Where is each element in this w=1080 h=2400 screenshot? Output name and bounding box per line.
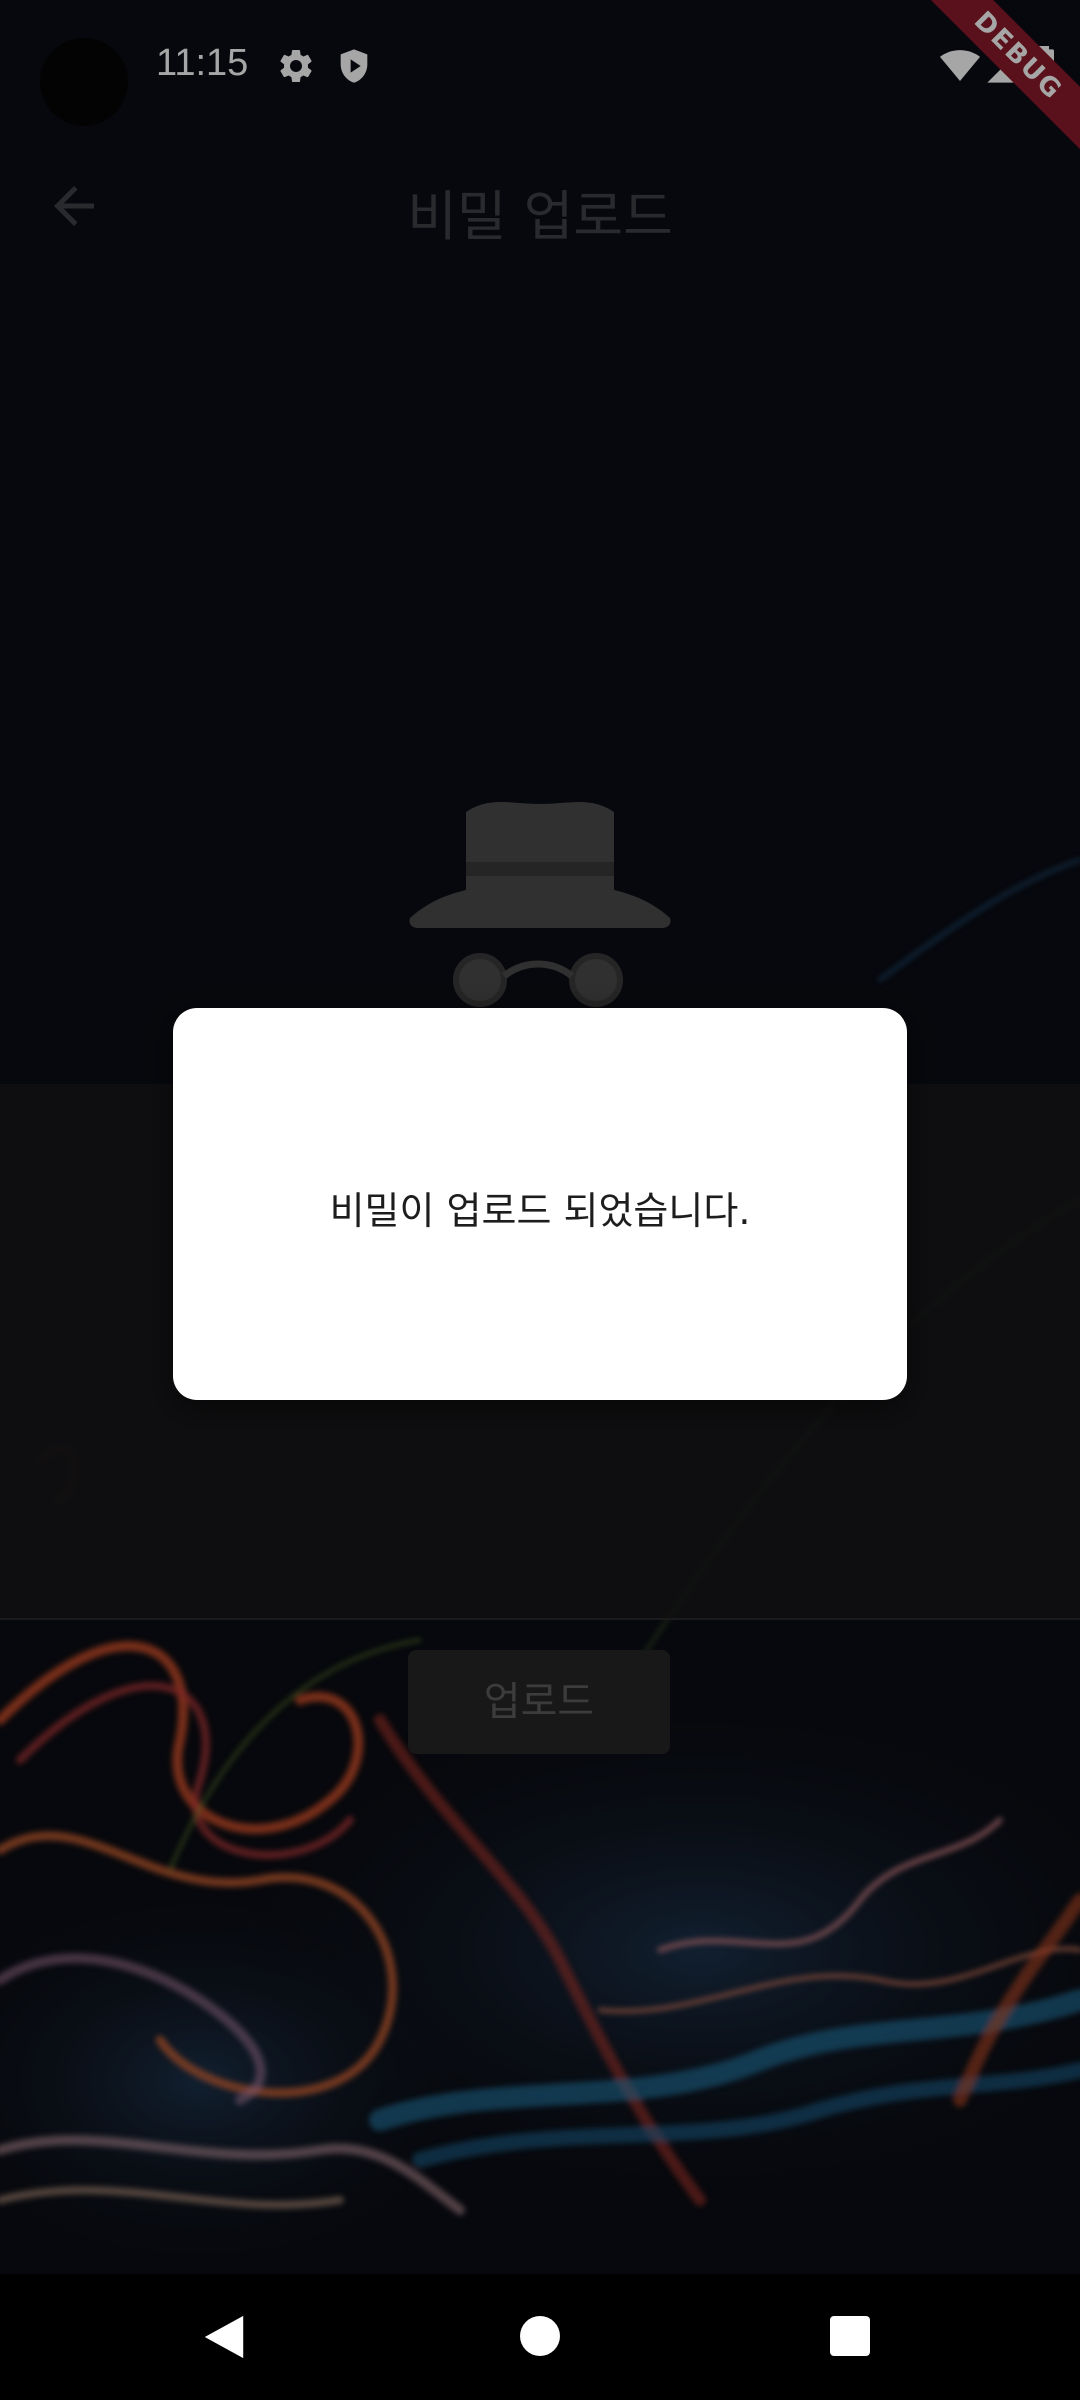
upload-success-dialog: 비밀이 업로드 되었습니다. <box>173 1008 907 1400</box>
home-circle-icon[interactable] <box>520 2316 560 2356</box>
dialog-message: 비밀이 업로드 되었습니다. <box>329 1189 751 1233</box>
app-screen: 비밀 업로드 업로드 11:15 DEBUG 비밀이 업로드 되었습니다. <box>0 0 1080 2400</box>
navigation-bar <box>0 2274 1080 2400</box>
recents-square-icon[interactable] <box>830 2316 870 2356</box>
back-triangle-icon[interactable] <box>200 2312 248 2362</box>
